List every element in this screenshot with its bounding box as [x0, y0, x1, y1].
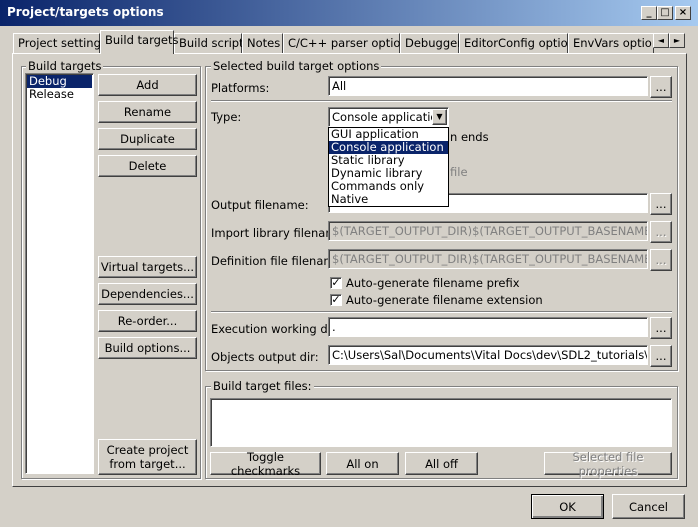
- type-dropdown-list[interactable]: GUI application Console application Stat…: [328, 127, 449, 207]
- import-library-label: Import library filename:: [211, 226, 348, 240]
- definition-file-label: Definition file filename:: [211, 254, 346, 268]
- ok-button[interactable]: OK: [531, 494, 604, 519]
- objects-dir-browse-button[interactable]: ...: [650, 345, 672, 367]
- output-filename-label: Output filename:: [211, 198, 309, 212]
- separator: [211, 311, 672, 313]
- type-select-value: Console application: [332, 110, 445, 124]
- build-targets-list[interactable]: Debug Release: [25, 73, 94, 474]
- tab-cpp-parser-options[interactable]: C/C++ parser options: [283, 33, 414, 53]
- chevron-down-icon[interactable]: ▼: [432, 109, 447, 125]
- obscured-option-text: n ends: [450, 130, 489, 144]
- dependencies-button[interactable]: Dependencies...: [98, 283, 197, 305]
- list-item[interactable]: Release: [27, 88, 92, 101]
- maximize-button[interactable]: □: [657, 6, 673, 20]
- import-library-field[interactable]: $(TARGET_OUTPUT_DIR)$(TARGET_OUTPUT_BASE…: [328, 221, 648, 241]
- minimize-button[interactable]: _: [641, 6, 657, 20]
- type-label: Type:: [211, 110, 242, 124]
- tab-scroll-right-icon[interactable]: ►: [669, 33, 685, 48]
- virtual-targets-button[interactable]: Virtual targets...: [98, 256, 197, 278]
- obscured-option-text: file: [450, 165, 468, 179]
- exec-dir-browse-button[interactable]: ...: [650, 317, 672, 339]
- platforms-field[interactable]: All: [328, 76, 648, 96]
- platforms-browse-button[interactable]: ...: [650, 76, 672, 98]
- create-project-from-target-button[interactable]: Create project from target...: [98, 439, 197, 475]
- tab-build-scripts[interactable]: Build scripts: [174, 33, 250, 53]
- tab-envvars-options[interactable]: EnvVars options: [568, 33, 654, 53]
- delete-button[interactable]: Delete: [98, 155, 197, 177]
- definition-file-field[interactable]: $(TARGET_OUTPUT_DIR)$(TARGET_OUTPUT_BASE…: [328, 249, 648, 269]
- dropdown-option[interactable]: Native: [329, 193, 448, 206]
- rename-button[interactable]: Rename: [98, 101, 197, 123]
- all-off-button[interactable]: All off: [405, 452, 478, 475]
- objects-dir-field[interactable]: C:\Users\Sal\Documents\Vital Docs\dev\SD…: [328, 345, 648, 365]
- tab-project-settings[interactable]: Project settings: [13, 33, 107, 53]
- add-button[interactable]: Add: [98, 74, 197, 96]
- auto-extension-label[interactable]: Auto-generate filename extension: [346, 293, 543, 307]
- target-options-group-label: Selected build target options: [211, 59, 382, 73]
- cancel-button[interactable]: Cancel: [612, 494, 685, 519]
- window-title: Project/targets options: [7, 5, 164, 19]
- tab-scroll-left-icon[interactable]: ◄: [653, 33, 669, 48]
- tab-notes[interactable]: Notes: [242, 33, 283, 53]
- definition-file-browse-button[interactable]: ...: [650, 249, 672, 271]
- auto-extension-checkbox[interactable]: ✓: [330, 294, 342, 306]
- selected-file-properties-button[interactable]: Selected file properties: [544, 450, 672, 478]
- tab-debugger[interactable]: Debugger: [400, 33, 462, 53]
- output-filename-browse-button[interactable]: ...: [650, 193, 672, 215]
- auto-prefix-label[interactable]: Auto-generate filename prefix: [346, 276, 520, 290]
- objects-dir-label: Objects output dir:: [211, 350, 319, 364]
- platforms-label: Platforms:: [211, 81, 270, 95]
- toggle-checkmarks-button[interactable]: Toggle checkmarks: [210, 450, 321, 478]
- reorder-button[interactable]: Re-order...: [98, 310, 197, 332]
- type-select[interactable]: Console application: [328, 107, 449, 127]
- exec-dir-label: Execution working dir:: [211, 322, 340, 336]
- tab-editorconfig-options[interactable]: EditorConfig options: [459, 33, 581, 53]
- close-button[interactable]: ×: [675, 6, 691, 20]
- build-target-files-list[interactable]: [210, 398, 672, 447]
- duplicate-button[interactable]: Duplicate: [98, 128, 197, 150]
- build-target-files-label: Build target files:: [211, 379, 314, 393]
- import-library-browse-button[interactable]: ...: [650, 221, 672, 243]
- auto-prefix-checkbox[interactable]: ✓: [330, 277, 342, 289]
- separator: [211, 100, 672, 102]
- build-options-button[interactable]: Build options...: [98, 337, 197, 359]
- build-targets-group-label: Build targets: [26, 59, 104, 73]
- all-on-button[interactable]: All on: [326, 452, 399, 475]
- exec-dir-field[interactable]: .: [328, 317, 648, 337]
- tab-build-targets[interactable]: Build targets: [100, 30, 178, 54]
